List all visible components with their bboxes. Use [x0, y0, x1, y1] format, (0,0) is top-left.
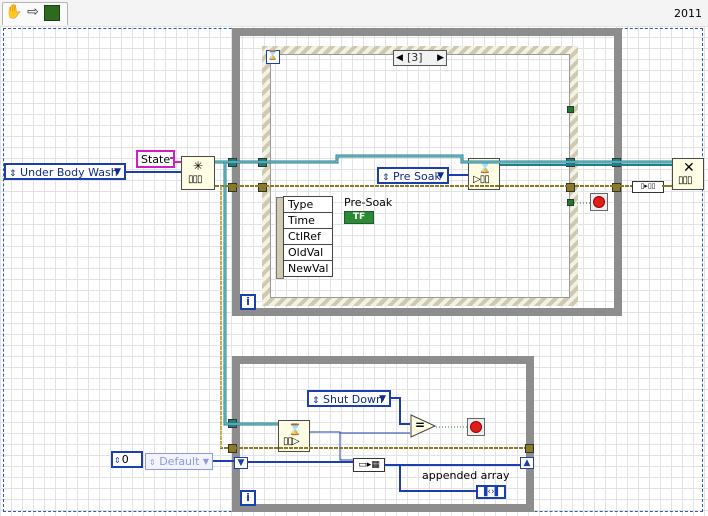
- event-tunnel-error-out[interactable]: [566, 183, 575, 192]
- version-label: 2011: [674, 7, 702, 20]
- bottom-tunnel-error-in[interactable]: [228, 444, 237, 453]
- queue-icon: ▷▯▯: [473, 174, 490, 185]
- close-icon: ✕: [683, 160, 695, 176]
- chevron-down-icon: ▼: [379, 394, 386, 404]
- case-selector[interactable]: ◀ [3] ▶: [393, 50, 447, 66]
- event-tunnel-bool[interactable]: [567, 106, 574, 113]
- tunnel-queue-in[interactable]: [228, 158, 237, 167]
- equals-symbol: =: [415, 418, 426, 432]
- presoak-boolean-terminal[interactable]: TF: [344, 211, 374, 224]
- under-body-wash-enum[interactable]: ⇕ Under Body Wash ▼: [4, 163, 126, 180]
- presoak-boolean-label: Pre-Soak: [344, 196, 393, 209]
- chevron-right-icon[interactable]: ▶: [437, 51, 444, 65]
- event-data-node[interactable]: Type Time CtlRef OldVal NewVal: [282, 196, 334, 277]
- event-tunnel-stop[interactable]: [567, 199, 574, 206]
- increment-icon[interactable]: ⇕: [114, 456, 121, 465]
- tunnel-error-in[interactable]: [228, 183, 237, 192]
- bottom-tunnel-queue-in[interactable]: [228, 419, 237, 428]
- event-field-newval[interactable]: NewVal: [282, 260, 334, 277]
- under-body-wash-label: Under Body Wash: [20, 166, 118, 179]
- build-array-node[interactable]: ▭▸▦: [353, 458, 385, 472]
- queue-icon: ▯▯▯: [678, 175, 692, 186]
- enum-updown-icon: ⇕: [312, 396, 320, 406]
- event-timeout-icon[interactable]: ⌛: [266, 50, 280, 64]
- event-field-time[interactable]: Time: [282, 212, 334, 229]
- event-tunnel-error-in[interactable]: [258, 183, 267, 192]
- operate-hand-icon[interactable]: ✋: [5, 3, 23, 21]
- appended-array-indicator[interactable]: ▐‹›▌: [476, 485, 506, 499]
- iteration-terminal-top[interactable]: i: [240, 294, 256, 310]
- chevron-left-icon[interactable]: ◀: [396, 51, 403, 65]
- star-icon: ✳: [193, 159, 204, 173]
- state-string-constant[interactable]: State: [136, 150, 176, 168]
- enum-updown-icon: ⇕: [9, 169, 17, 179]
- dequeue-element-node[interactable]: ⌛ ▯▯▷: [278, 420, 310, 452]
- arrow-right-icon[interactable]: ⇨: [24, 3, 42, 21]
- shut-down-label: Shut Down: [323, 393, 383, 406]
- tunnel-error-out[interactable]: [612, 183, 621, 192]
- equals-node[interactable]: =: [410, 414, 437, 441]
- enum-updown-icon: ⇕: [149, 458, 156, 467]
- case-selector-label: [3]: [407, 51, 423, 64]
- obtain-queue-node[interactable]: ✳ ▯▯▯: [181, 156, 215, 190]
- numeric-control[interactable]: ⇕0: [111, 451, 143, 468]
- diagram-toolbar: ✋ ⇨ 2011: [0, 0, 708, 27]
- run-highlight-icon[interactable]: [44, 5, 60, 21]
- bottom-tunnel-error-out[interactable]: [525, 444, 534, 453]
- numeric-value: 0: [121, 453, 129, 466]
- enqueue-element-node[interactable]: ⌛ ▷▯▯: [468, 158, 500, 190]
- appended-array-label: appended array: [422, 469, 510, 482]
- iteration-terminal-bottom[interactable]: i: [240, 490, 256, 506]
- hourglass-icon: ⌛: [478, 161, 492, 174]
- event-field-type[interactable]: Type: [282, 196, 334, 213]
- shut-down-enum[interactable]: ⇕ Shut Down ▼: [307, 390, 391, 407]
- pre-soak-enum-label: Pre Soak: [393, 170, 441, 183]
- stop-terminal-top[interactable]: [590, 193, 608, 211]
- default-enum-label: Default: [159, 455, 200, 468]
- queue-icon: ▯▯▯: [188, 174, 202, 185]
- release-queue-node[interactable]: ✕ ▯▯▯: [672, 158, 704, 190]
- chevron-down-icon: ▼: [202, 457, 209, 466]
- pre-soak-enum[interactable]: ⇕ Pre Soak ▼: [377, 167, 449, 184]
- event-tunnel-queue-out[interactable]: [566, 158, 575, 167]
- default-enum-constant[interactable]: ⇕ Default ▼: [145, 453, 213, 470]
- event-field-oldval[interactable]: OldVal: [282, 244, 334, 261]
- chevron-down-icon: ▼: [437, 171, 444, 181]
- chevron-down-icon: ▼: [114, 167, 121, 177]
- stop-terminal-bottom[interactable]: [467, 418, 485, 436]
- enum-left-arrow-icon: ⇕: [382, 173, 390, 183]
- tunnel-queue-out[interactable]: [612, 158, 621, 167]
- shift-register-right[interactable]: ▲: [520, 457, 534, 469]
- shift-register-left[interactable]: ▼: [234, 457, 248, 469]
- hourglass-icon: ⌛: [288, 423, 302, 436]
- event-tunnel-queue-in[interactable]: [258, 158, 267, 167]
- event-field-ctlref[interactable]: CtlRef: [282, 228, 334, 245]
- queue-icon: ▯▯▷: [283, 436, 300, 447]
- error-cluster-node[interactable]: ▯▸▯▯: [632, 181, 664, 193]
